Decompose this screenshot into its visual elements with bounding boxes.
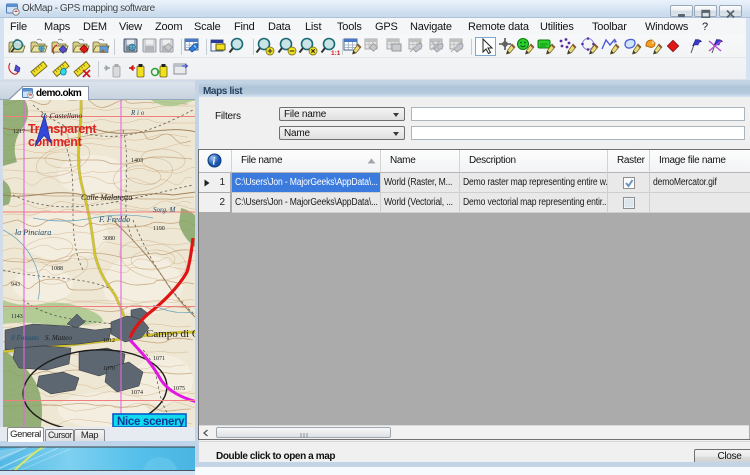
svg-text:1088: 1088 bbox=[51, 266, 63, 272]
svg-text:1074: 1074 bbox=[131, 390, 143, 396]
svg-text:Sorg. M: Sorg. M bbox=[153, 206, 176, 214]
svg-text:S. Matteo: S. Matteo bbox=[45, 334, 72, 342]
svg-text:la Pinciara: la Pinciara bbox=[15, 228, 51, 237]
svg-text:1143: 1143 bbox=[11, 314, 23, 320]
svg-text:C. Castellano: C. Castellano bbox=[41, 111, 83, 120]
svg-text:Nice scenery: Nice scenery bbox=[117, 416, 185, 427]
svg-text:3080: 3080 bbox=[103, 236, 115, 242]
svg-text:943: 943 bbox=[11, 282, 20, 288]
svg-text:il Fossato: il Fossato bbox=[11, 334, 39, 342]
svg-text:1071: 1071 bbox=[153, 356, 165, 362]
svg-text:R i o: R i o bbox=[130, 109, 145, 117]
svg-text:F. Freddo: F. Freddo bbox=[98, 215, 130, 224]
svg-text:Campo di G: Campo di G bbox=[146, 328, 196, 340]
svg-text:1012: 1012 bbox=[103, 338, 115, 344]
svg-text:1403: 1403 bbox=[131, 158, 143, 164]
svg-text:Transparent: Transparent bbox=[28, 122, 97, 136]
svg-text:1217: 1217 bbox=[13, 129, 25, 135]
svg-text:Colle Malatesta: Colle Malatesta bbox=[81, 193, 132, 202]
svg-text:1070: 1070 bbox=[103, 366, 115, 372]
svg-text:1:1: 1:1 bbox=[331, 50, 340, 56]
svg-text:1190: 1190 bbox=[153, 226, 165, 232]
svg-text:1075: 1075 bbox=[173, 386, 185, 392]
